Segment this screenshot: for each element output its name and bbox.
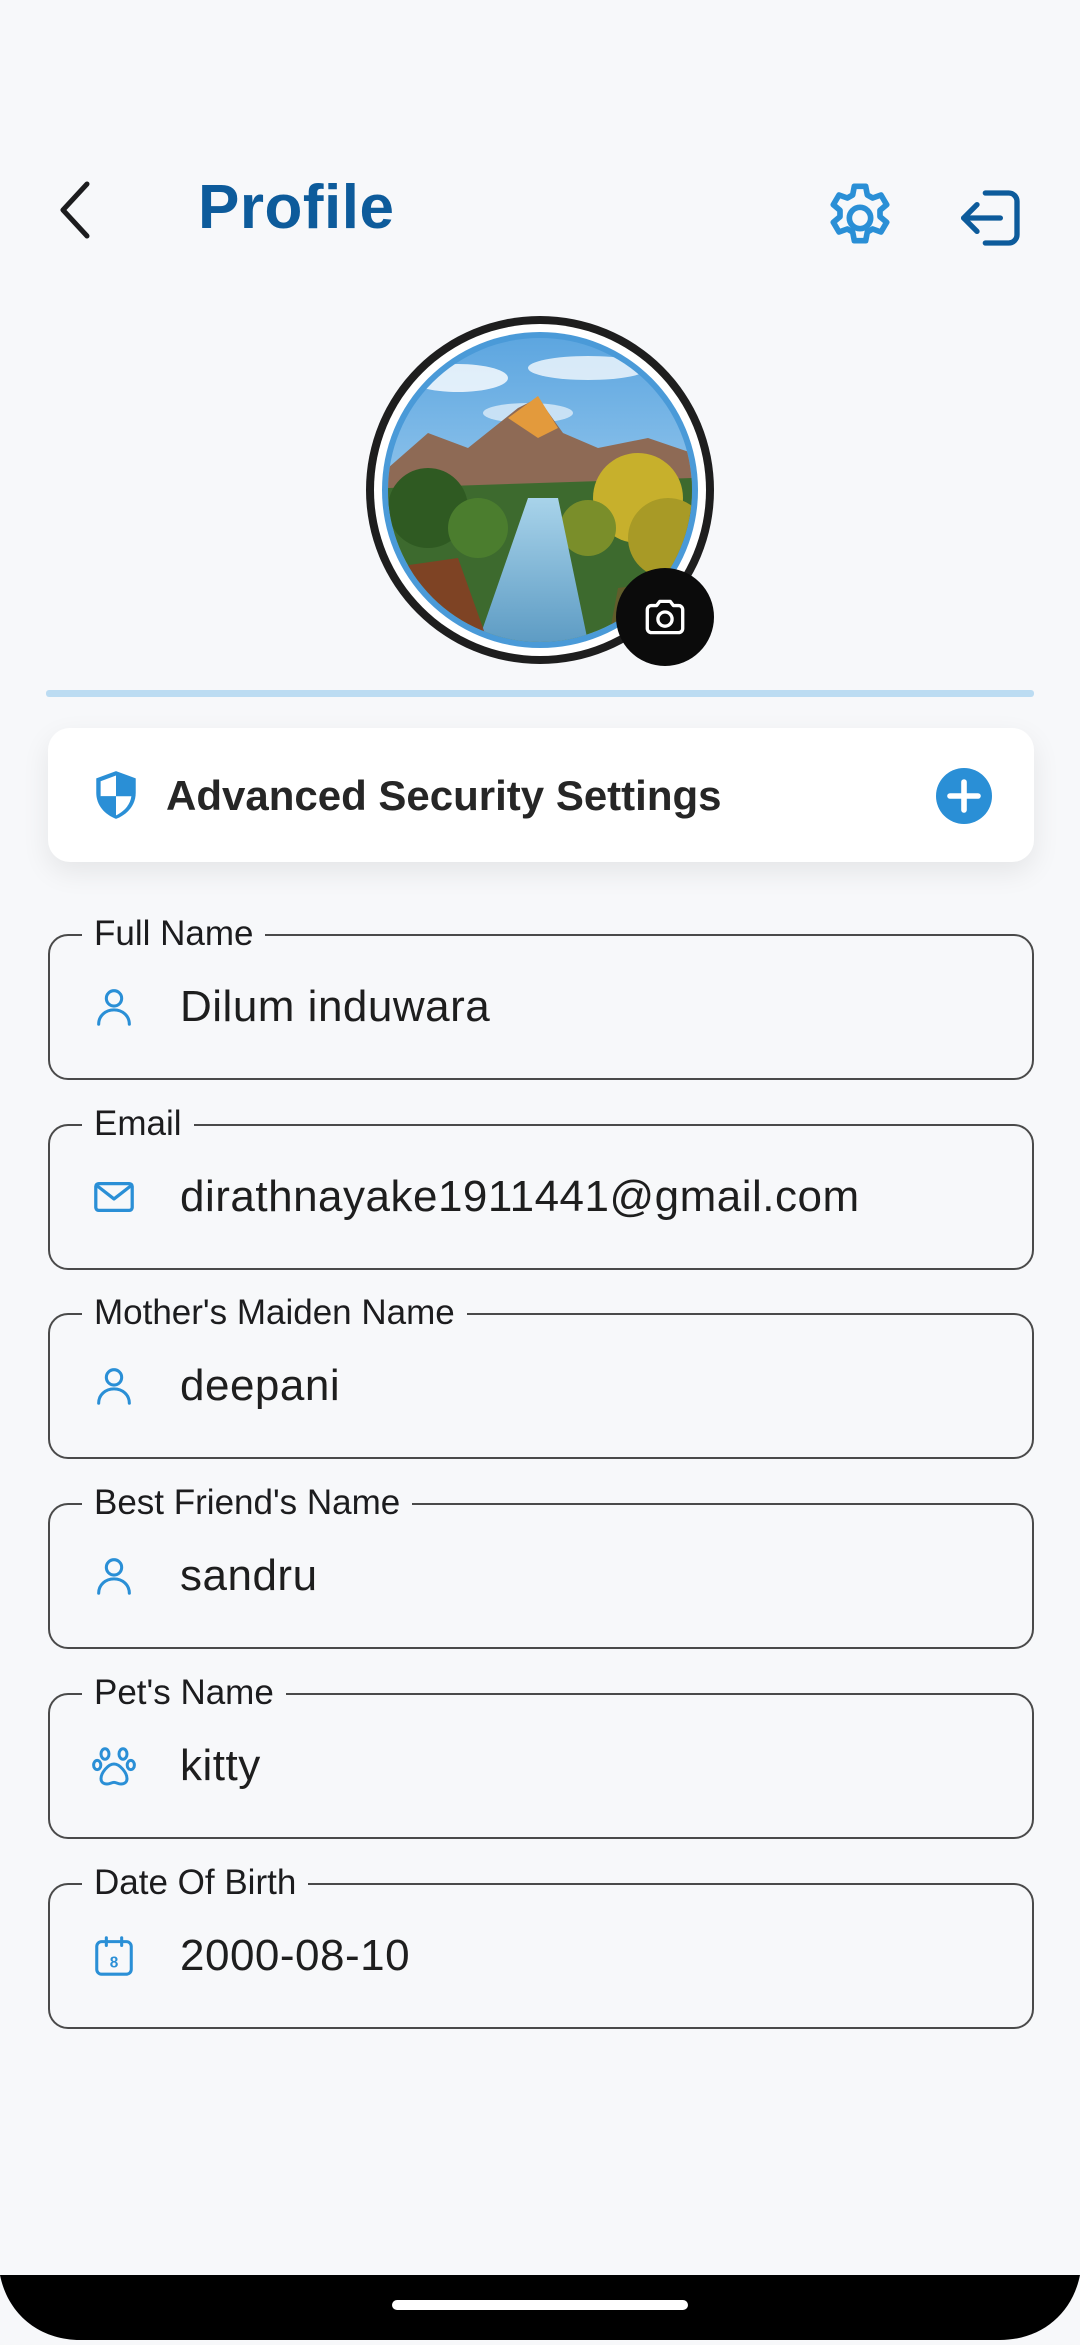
app-header: Profile: [0, 0, 1080, 300]
change-photo-button[interactable]: [616, 568, 714, 666]
email-field[interactable]: Email dirathnayake1911441@gmail.com: [48, 1100, 1034, 1270]
settings-button[interactable]: [812, 170, 908, 266]
field-value: sandru: [180, 1551, 318, 1600]
advanced-security-label: Advanced Security Settings: [166, 772, 722, 819]
full-name-field[interactable]: Full Name Dilum induwara: [48, 910, 1034, 1080]
calendar-icon: 8: [90, 1932, 138, 1980]
mail-icon: [90, 1173, 138, 1221]
field-value: deepani: [180, 1361, 341, 1410]
plus-circle-icon[interactable]: [936, 768, 992, 824]
paw-icon: [90, 1742, 138, 1790]
field-value: 2000-08-10: [180, 1931, 411, 1980]
field-value: dirathnayake1911441@gmail.com: [180, 1172, 860, 1221]
pets-name-field[interactable]: Pet's Name kitty: [48, 1669, 1034, 1839]
shield-icon: [96, 771, 136, 819]
chevron-left-icon: [60, 181, 90, 239]
gear-icon: [830, 183, 890, 244]
person-icon: [90, 1362, 138, 1410]
best-friends-name-field[interactable]: Best Friend's Name sandru: [48, 1479, 1034, 1649]
page-title: Profile: [198, 173, 395, 242]
svg-text:8: 8: [110, 1955, 119, 1972]
back-button[interactable]: [40, 165, 110, 255]
field-label: Pet's Name: [82, 1669, 286, 1717]
logout-icon: [961, 190, 1020, 246]
person-icon: [90, 1552, 138, 1600]
person-icon: [90, 983, 138, 1031]
date-of-birth-field[interactable]: Date Of Birth 8 2000-08-10: [48, 1859, 1034, 2029]
camera-icon: [645, 599, 685, 635]
logout-button[interactable]: [944, 170, 1040, 266]
field-label: Full Name: [82, 910, 266, 958]
field-label: Email: [82, 1100, 194, 1148]
field-label: Date Of Birth: [82, 1859, 309, 1907]
home-indicator[interactable]: [392, 2300, 688, 2310]
advanced-security-card[interactable]: Advanced Security Settings: [48, 728, 1034, 862]
mothers-maiden-name-field[interactable]: Mother's Maiden Name deepani: [48, 1289, 1034, 1459]
field-value: kitty: [180, 1741, 261, 1790]
field-label: Mother's Maiden Name: [82, 1289, 467, 1337]
field-value: Dilum induwara: [180, 982, 491, 1031]
section-divider: [46, 690, 1034, 697]
field-label: Best Friend's Name: [82, 1479, 413, 1527]
